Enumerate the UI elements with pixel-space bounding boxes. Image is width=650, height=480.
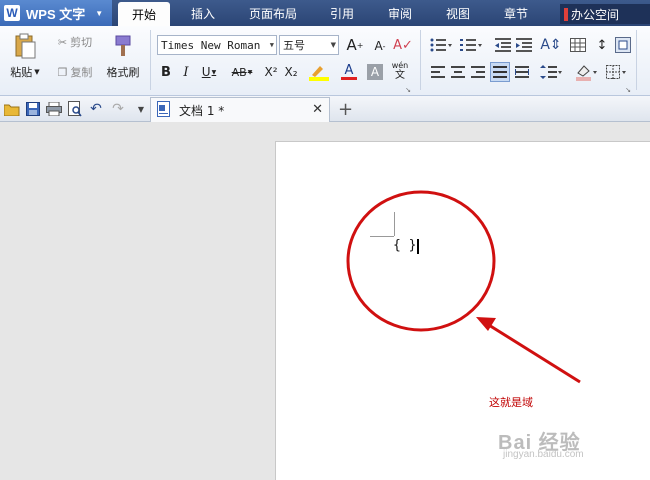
watermark-url: jingyan.baidu.com [503,449,584,460]
annotation-overlay [346,190,581,384]
annotation-arrow-line [483,320,581,384]
annotation-label: 这就是域 [489,396,533,409]
annotation-circle [346,190,496,332]
